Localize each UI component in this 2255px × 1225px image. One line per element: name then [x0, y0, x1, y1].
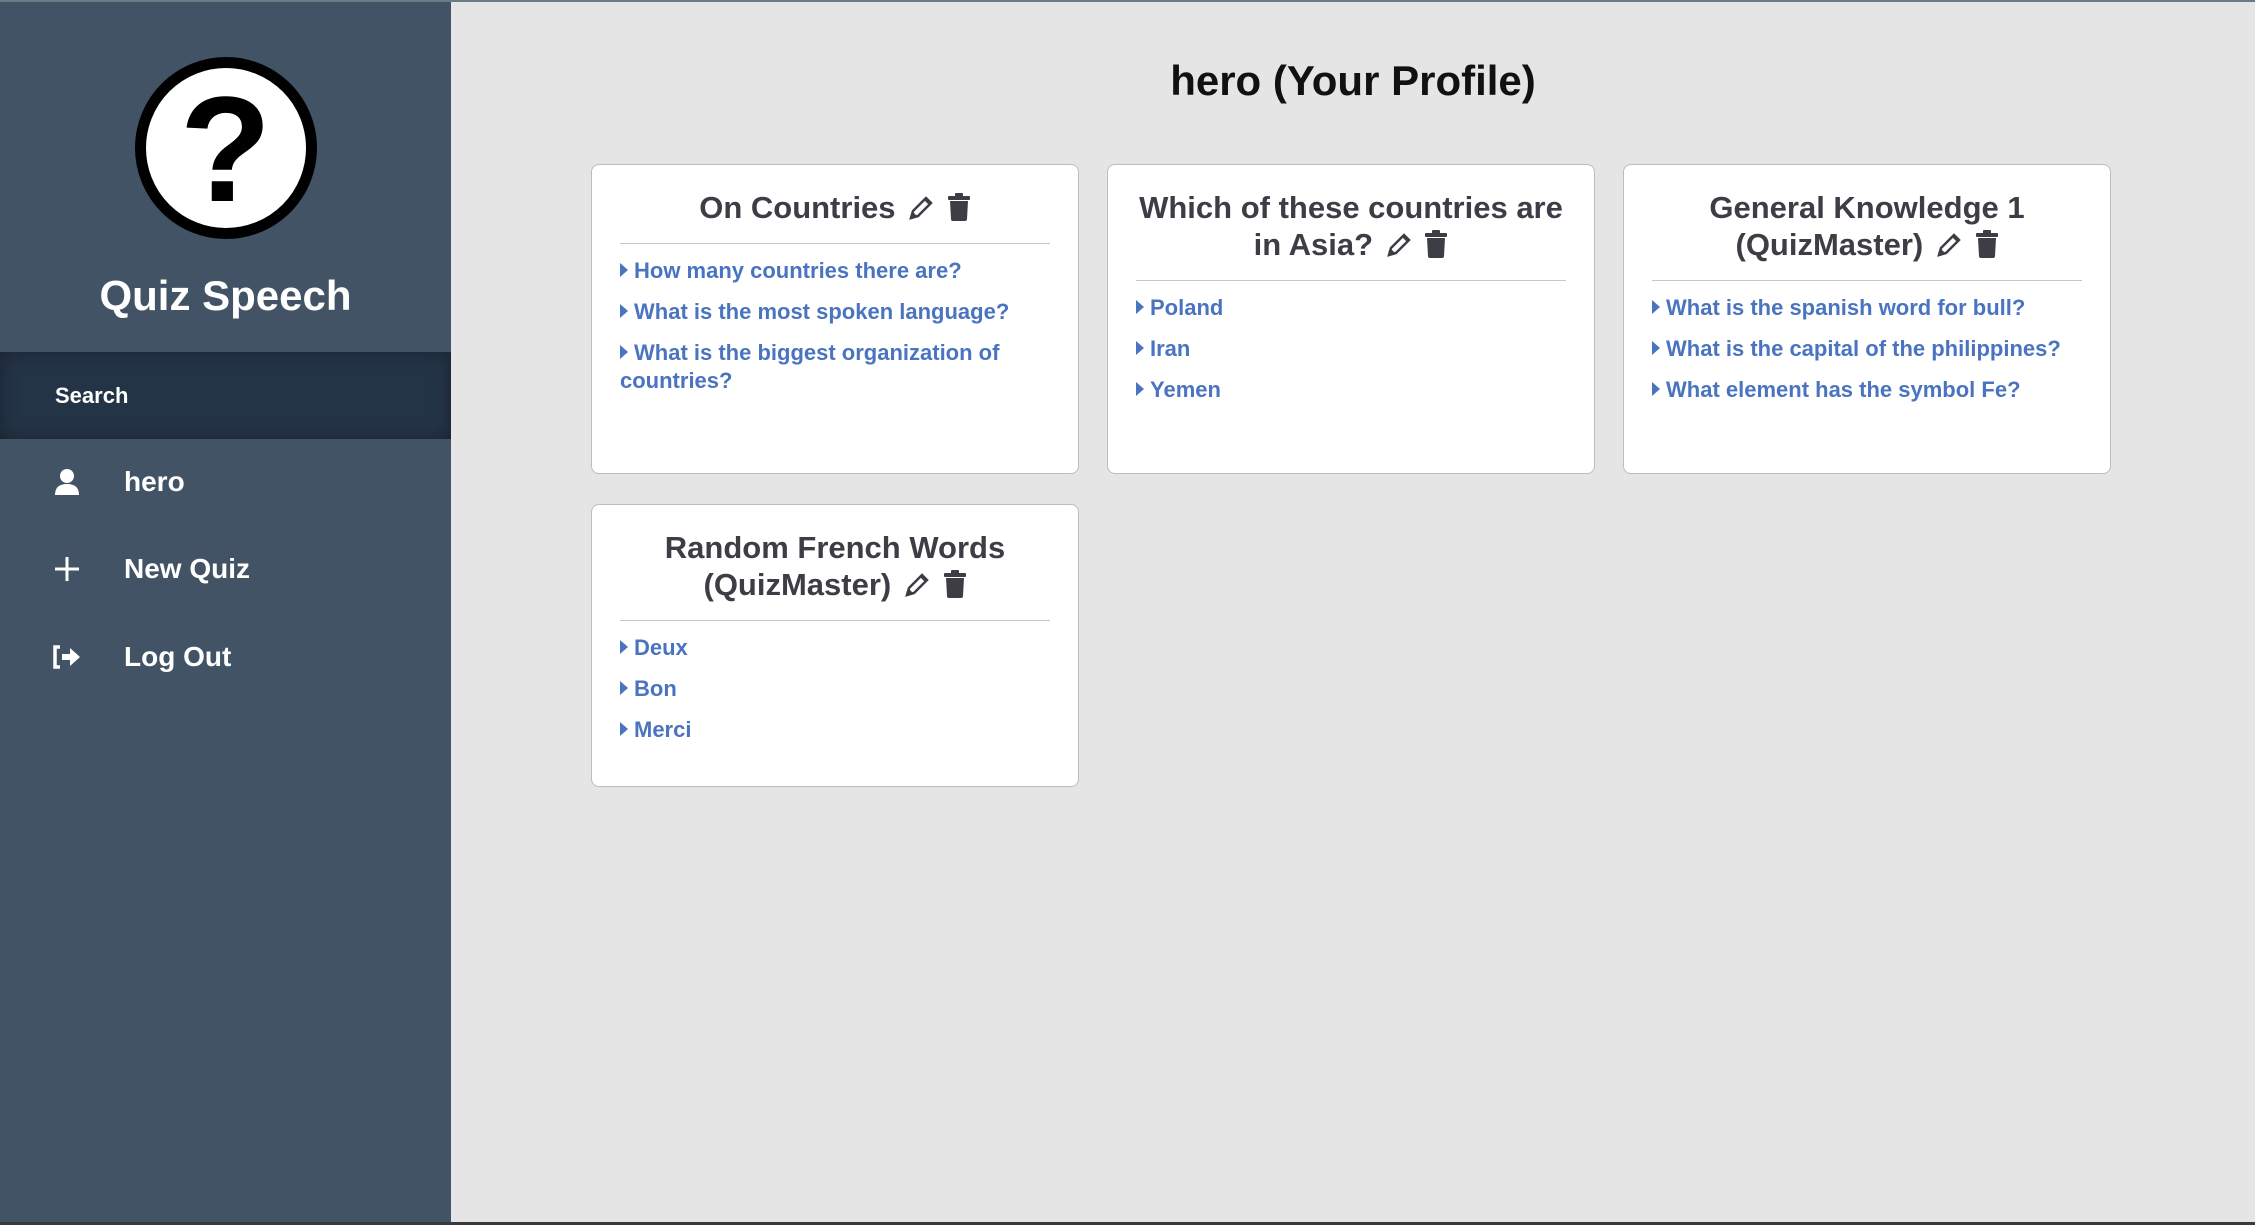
quiz-card: General Knowledge 1 (QuizMaster) What is…	[1623, 164, 2111, 474]
question-item[interactable]: What is the biggest organization of coun…	[620, 339, 1050, 395]
caret-right-icon	[1136, 341, 1144, 355]
caret-right-icon	[620, 304, 628, 318]
question-list: What is the spanish word for bull? What …	[1652, 294, 2082, 404]
question-list: Deux Bon Merci	[620, 634, 1050, 744]
caret-right-icon	[620, 345, 628, 359]
quiz-title[interactable]: On Countries	[699, 190, 895, 225]
question-item[interactable]: What is the most spoken language?	[620, 298, 1050, 326]
pencil-icon[interactable]	[908, 192, 934, 229]
caret-right-icon	[620, 681, 628, 695]
plus-icon	[52, 556, 82, 582]
logo[interactable]: ?	[0, 57, 451, 244]
user-icon	[52, 468, 82, 496]
question-item[interactable]: How many countries there are?	[620, 257, 1050, 285]
main-content: hero (Your Profile) On Countries How man…	[451, 2, 2255, 1222]
brand-name: Quiz Speech	[99, 272, 352, 319]
search-link[interactable]: Search	[0, 352, 451, 439]
question-item[interactable]: Deux	[620, 634, 1050, 662]
question-item[interactable]: What is the spanish word for bull?	[1652, 294, 2082, 322]
caret-right-icon	[1136, 300, 1144, 314]
quiz-card: Which of these countries are in Asia? Po…	[1107, 164, 1595, 474]
caret-right-icon	[1652, 382, 1660, 396]
sidebar-item-label: New Quiz	[124, 553, 251, 584]
sidebar-item-new-quiz[interactable]: New Quiz	[0, 539, 451, 599]
question-item[interactable]: What is the capital of the philippines?	[1652, 335, 2082, 363]
search-label: Search	[55, 382, 129, 408]
caret-right-icon	[1136, 382, 1144, 396]
trash-icon[interactable]	[1975, 229, 1999, 266]
question-item[interactable]: Poland	[1136, 294, 1566, 322]
quiz-card-header: On Countries	[620, 189, 1050, 244]
question-item[interactable]: Iran	[1136, 335, 1566, 363]
question-list: How many countries there are? What is th…	[620, 257, 1050, 395]
caret-right-icon	[1652, 300, 1660, 314]
caret-right-icon	[620, 722, 628, 736]
question-item[interactable]: Merci	[620, 716, 1050, 744]
sidebar-item-profile[interactable]: hero	[0, 452, 451, 512]
quiz-card-header: General Knowledge 1 (QuizMaster)	[1652, 189, 2082, 281]
question-circle-icon: ?	[134, 57, 317, 239]
trash-icon[interactable]	[943, 569, 967, 606]
trash-icon[interactable]	[1424, 229, 1448, 266]
quiz-card: On Countries How many countries there ar…	[591, 164, 1079, 474]
trash-icon[interactable]	[947, 192, 971, 229]
quiz-card-header: Random French Words (QuizMaster)	[620, 529, 1050, 621]
sidebar-item-logout[interactable]: Log Out	[0, 627, 451, 687]
caret-right-icon	[620, 263, 628, 277]
sidebar-item-label: Log Out	[124, 641, 232, 672]
question-item[interactable]: Yemen	[1136, 376, 1566, 404]
sidebar-item-label: hero	[124, 466, 185, 497]
question-list: Poland Iran Yemen	[1136, 294, 1566, 404]
pencil-icon[interactable]	[904, 569, 930, 606]
pencil-icon[interactable]	[1386, 229, 1412, 266]
sidebar: ? Quiz Speech Search hero New Quiz Log O…	[0, 2, 451, 1222]
question-item[interactable]: Bon	[620, 675, 1050, 703]
caret-right-icon	[620, 640, 628, 654]
quiz-card-header: Which of these countries are in Asia?	[1136, 189, 1566, 281]
question-item[interactable]: What element has the symbol Fe?	[1652, 376, 2082, 404]
page-title: hero (Your Profile)	[1170, 57, 1536, 104]
caret-right-icon	[1652, 341, 1660, 355]
quiz-title[interactable]: Which of these countries are in Asia?	[1139, 190, 1563, 262]
quiz-card: Random French Words (QuizMaster) Deux Bo…	[591, 504, 1079, 787]
sign-out-icon	[52, 645, 82, 669]
pencil-icon[interactable]	[1936, 229, 1962, 266]
